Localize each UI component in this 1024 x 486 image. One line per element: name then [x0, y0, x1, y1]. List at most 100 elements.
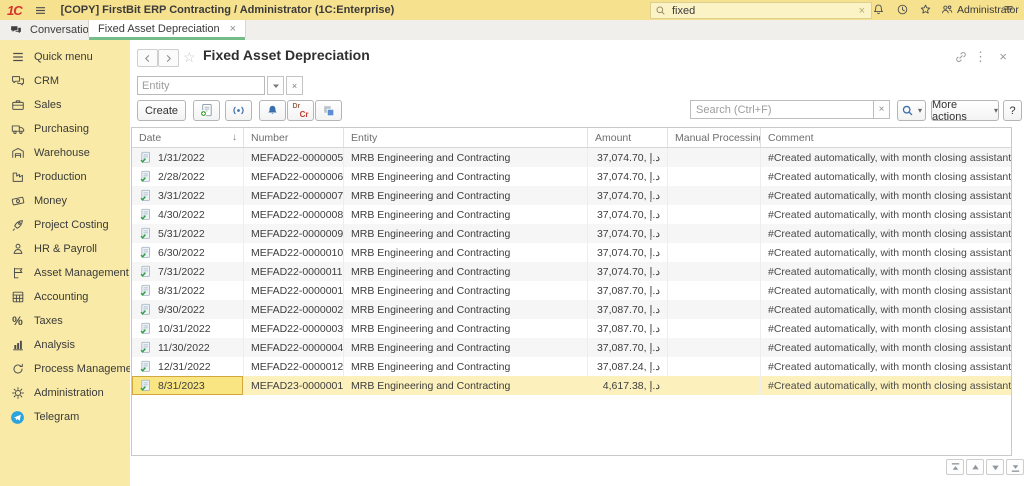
cell-amount: 37,074.70, د.إ — [588, 224, 668, 243]
cell-manual-processing — [668, 319, 761, 338]
previous-page-button[interactable] — [966, 459, 984, 475]
table-row[interactable]: 6/30/2022 MEFAD22-0000010 MRB Engineerin… — [132, 243, 1011, 262]
sidebar-item[interactable]: Warehouse — [0, 141, 130, 165]
tab-fixed-asset-depreciation[interactable]: Fixed Asset Depreciation × — [88, 20, 247, 40]
entity-clear-button[interactable]: × — [286, 76, 303, 95]
table-row[interactable]: 9/30/2022 MEFAD22-0000002 MRB Engineerin… — [132, 300, 1011, 319]
sidebar-item[interactable]: Quick menu — [0, 45, 130, 69]
table-row[interactable]: 4/30/2022 MEFAD22-0000008 MRB Engineerin… — [132, 205, 1011, 224]
cell-date[interactable]: 11/30/2022 — [132, 338, 244, 357]
create-by-copying-button[interactable] — [193, 100, 220, 121]
posted-document-icon — [139, 341, 152, 354]
table-header: Date ↓ Number Entity Amount Manual Proces… — [132, 128, 1011, 148]
sidebar-item[interactable]: % Taxes — [0, 309, 130, 333]
sales-icon — [10, 98, 25, 113]
notifications-bell-icon[interactable] — [872, 3, 885, 16]
table-row[interactable]: 8/31/2023 MEFAD23-0000001 MRB Engineerin… — [132, 376, 1011, 395]
find-button[interactable]: ▾ — [897, 100, 926, 121]
column-header-entity[interactable]: Entity — [344, 128, 588, 147]
column-header-comment[interactable]: Comment — [761, 128, 1011, 147]
cell-date[interactable]: 4/30/2022 — [132, 205, 244, 224]
close-pane-icon[interactable]: × — [999, 50, 1007, 63]
sidebar-item[interactable]: Administration — [0, 381, 130, 405]
reminder-button[interactable] — [259, 100, 286, 121]
cell-date[interactable]: 10/31/2022 — [132, 319, 244, 338]
users-icon[interactable] — [940, 3, 954, 16]
main-menu-icon[interactable] — [34, 4, 47, 17]
cell-date[interactable]: 12/31/2022 — [132, 357, 244, 376]
favorite-star-icon[interactable]: ☆ — [183, 49, 196, 66]
cell-date[interactable]: 2/28/2022 — [132, 167, 244, 186]
magnifier-icon — [901, 104, 914, 117]
next-page-button[interactable] — [986, 459, 1004, 475]
sidebar-item[interactable]: Project Costing — [0, 213, 130, 237]
table-row[interactable]: 5/31/2022 MEFAD22-0000009 MRB Engineerin… — [132, 224, 1011, 243]
more-actions-button[interactable]: More actions ▾ — [931, 99, 999, 123]
column-header-manual-processing[interactable]: Manual Processing — [668, 128, 761, 147]
sidebar-item-label: Taxes — [34, 315, 63, 327]
table-row[interactable]: 1/31/2022 MEFAD22-0000005 MRB Engineerin… — [132, 148, 1011, 167]
sidebar-item[interactable]: Analysis — [0, 333, 130, 357]
cell-date[interactable]: 7/31/2022 — [132, 262, 244, 281]
sidebar-item[interactable]: HR & Payroll — [0, 237, 130, 261]
cell-number: MEFAD22-0000002 — [244, 300, 344, 319]
cell-date[interactable]: 5/31/2022 — [132, 224, 244, 243]
clear-global-search-icon[interactable]: × — [857, 5, 867, 17]
show-transactions-button[interactable]: Dr Cr — [287, 100, 314, 121]
cell-entity: MRB Engineering and Contracting — [344, 224, 588, 243]
forward-button[interactable] — [158, 49, 179, 67]
sidebar-item[interactable]: Asset Management — [0, 261, 130, 285]
column-header-amount[interactable]: Amount — [588, 128, 668, 147]
kebab-menu-icon[interactable]: ⋮ — [974, 50, 987, 63]
clear-list-search-icon[interactable]: × — [874, 100, 890, 119]
cell-date[interactable]: 6/30/2022 — [132, 243, 244, 262]
sidebar-item[interactable]: Purchasing — [0, 117, 130, 141]
column-header-date[interactable]: Date ↓ — [132, 128, 244, 147]
sidebar-item[interactable]: CRM — [0, 69, 130, 93]
cell-manual-processing — [668, 243, 761, 262]
entity-filter-input[interactable] — [137, 76, 265, 95]
posted-document-icon — [139, 303, 152, 316]
global-search-input[interactable] — [670, 3, 857, 18]
create-button[interactable]: Create — [137, 100, 186, 121]
cell-manual-processing — [668, 167, 761, 186]
service-menu-icon[interactable] — [1002, 3, 1015, 16]
related-documents-button[interactable] — [315, 100, 342, 121]
triangle-down-icon — [990, 462, 1001, 473]
table-row[interactable]: 10/31/2022 MEFAD22-0000003 MRB Engineeri… — [132, 319, 1011, 338]
table-row[interactable]: 7/31/2022 MEFAD22-0000011 MRB Engineerin… — [132, 262, 1011, 281]
sidebar-item[interactable]: Accounting — [0, 285, 130, 309]
sidebar-item[interactable]: Telegram — [0, 405, 130, 429]
sidebar-item[interactable]: Production — [0, 165, 130, 189]
entity-dropdown-button[interactable] — [267, 76, 284, 95]
go-to-beginning-button[interactable] — [946, 459, 964, 475]
cell-date[interactable]: 1/31/2022 — [132, 148, 244, 167]
cell-date[interactable]: 9/30/2022 — [132, 300, 244, 319]
table-row[interactable]: 8/31/2022 MEFAD22-0000001 MRB Engineerin… — [132, 281, 1011, 300]
sidebar-item[interactable]: Sales — [0, 93, 130, 117]
search-icon — [655, 5, 666, 16]
global-search[interactable]: × — [650, 2, 872, 19]
table-row[interactable]: 11/30/2022 MEFAD22-0000004 MRB Engineeri… — [132, 338, 1011, 357]
cell-date[interactable]: 8/31/2022 — [132, 281, 244, 300]
history-icon[interactable] — [896, 3, 909, 16]
set-period-button[interactable] — [225, 100, 252, 121]
table-row[interactable]: 12/31/2022 MEFAD22-0000012 MRB Engineeri… — [132, 357, 1011, 376]
column-header-number[interactable]: Number — [244, 128, 344, 147]
sidebar-item[interactable]: Process Management — [0, 357, 130, 381]
help-button[interactable]: ? — [1003, 100, 1022, 121]
get-link-icon[interactable] — [954, 50, 968, 64]
back-button[interactable] — [137, 49, 158, 67]
favorites-star-icon[interactable] — [919, 3, 932, 16]
table-row[interactable]: 2/28/2022 MEFAD22-0000006 MRB Engineerin… — [132, 167, 1011, 186]
list-search-input[interactable] — [690, 100, 874, 119]
cell-date[interactable]: 8/31/2023 — [132, 376, 244, 395]
posted-document-icon — [139, 379, 152, 392]
cell-number: MEFAD22-0000004 — [244, 338, 344, 357]
go-to-end-button[interactable] — [1006, 459, 1024, 475]
table-row[interactable]: 3/31/2022 MEFAD22-0000007 MRB Engineerin… — [132, 186, 1011, 205]
telegram-icon — [10, 410, 25, 425]
cell-date[interactable]: 3/31/2022 — [132, 186, 244, 205]
sidebar-item[interactable]: Money — [0, 189, 130, 213]
close-tab-icon[interactable]: × — [230, 23, 236, 35]
